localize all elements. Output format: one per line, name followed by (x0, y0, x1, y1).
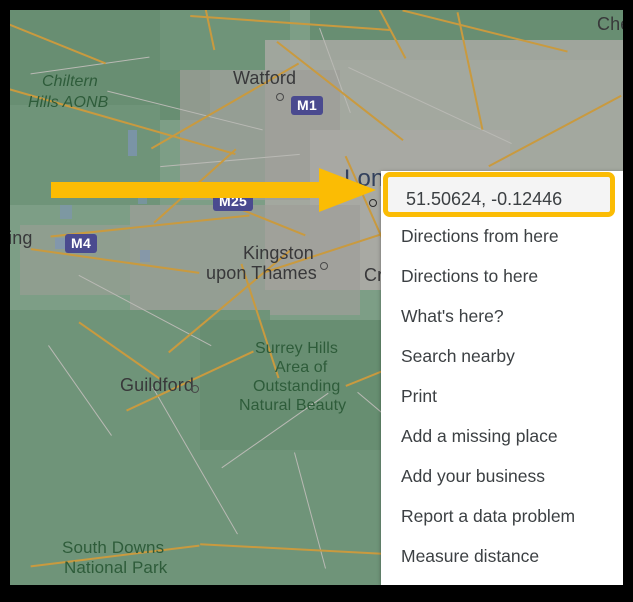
map-label-chiltern-hills: Chiltern (42, 73, 98, 90)
context-menu-item-search-nearby[interactable]: Search nearby (381, 336, 623, 376)
map-label-surrey-hills-2: Area of (275, 359, 328, 376)
motorway-shield-m1: M1 (291, 96, 324, 115)
coordinates-value: 51.50624, -0.12446 (406, 189, 563, 209)
map-label-surrey-hills-4: Natural Beauty (239, 397, 347, 414)
map-label-surrey-hills-1: Surrey Hills (255, 340, 338, 357)
context-menu-item-directions-to-here[interactable]: Directions to here (381, 256, 623, 296)
map-marker-guildford (191, 385, 199, 393)
map-label-reading-clipped: ding (10, 228, 33, 248)
context-menu-item-add-a-missing-place[interactable]: Add a missing place (381, 416, 623, 456)
map-label-chelmsford-clipped: Che (597, 14, 623, 34)
map-label-kingston: Kingston (243, 243, 314, 263)
context-menu-item-print[interactable]: Print (381, 376, 623, 416)
map-label-guildford: Guildford (120, 375, 194, 395)
context-menu-item-report-a-data-problem[interactable]: Report a data problem (381, 496, 623, 536)
map-label-surrey-hills-3: Outstanding (253, 378, 341, 395)
map-label-chiltern-hills-line2: Hills AONB (28, 94, 109, 111)
water-body (140, 250, 150, 262)
water-body (128, 130, 137, 156)
motorway-shield-m4: M4 (65, 234, 98, 253)
map-label-watford: Watford (233, 68, 297, 88)
screenshot-frame: Chiltern Hills AONB Watford Che Lon ding… (0, 0, 633, 602)
annotation-arrow (51, 168, 376, 212)
map-label-south-downs-2: National Park (64, 558, 168, 577)
context-menu-item-measure-distance[interactable]: Measure distance (381, 536, 623, 576)
coordinates-highlight-box[interactable]: 51.50624, -0.12446 (383, 172, 615, 217)
map-marker-kingston (320, 262, 328, 270)
context-menu-item-whats-here[interactable]: What's here? (381, 296, 623, 336)
map-context-menu[interactable]: Directions from here Directions to here … (381, 171, 623, 585)
context-menu-item-add-your-business[interactable]: Add your business (381, 456, 623, 496)
context-menu-item-directions-from-here[interactable]: Directions from here (381, 216, 623, 256)
annotation-arrow-head (319, 168, 376, 212)
map-marker-watford (276, 93, 284, 101)
map-label-kingston-line2: upon Thames (206, 263, 317, 283)
map-label-south-downs-1: South Downs (62, 538, 165, 557)
annotation-arrow-shaft (51, 182, 323, 198)
